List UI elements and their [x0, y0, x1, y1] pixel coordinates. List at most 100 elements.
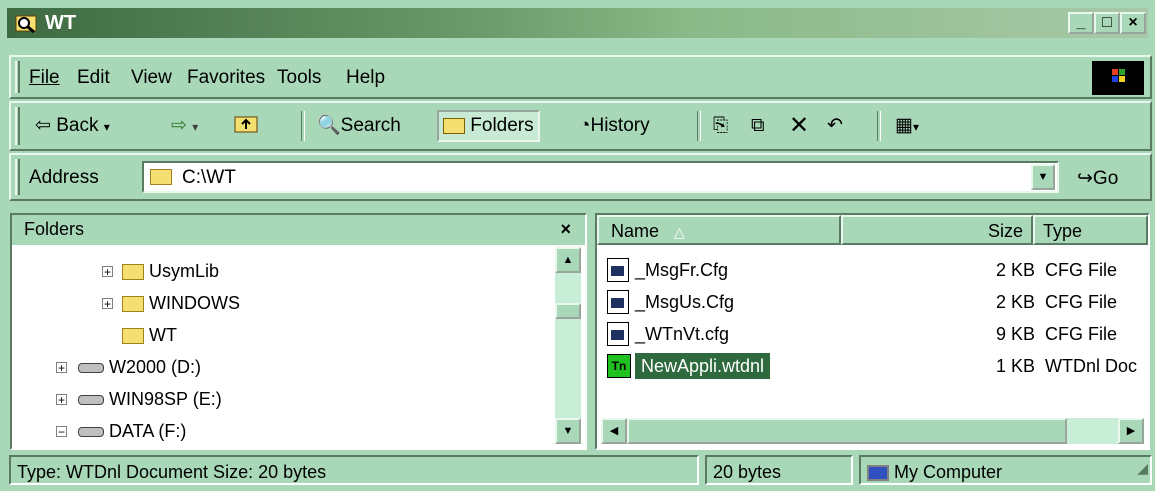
- scroll-up-icon[interactable]: ▲: [555, 247, 581, 273]
- scroll-thumb[interactable]: [555, 303, 581, 319]
- back-button[interactable]: ⇦ Back ▾: [35, 112, 110, 140]
- drive-icon: [78, 427, 104, 438]
- folders-icon: [443, 117, 465, 134]
- tree-item-windows[interactable]: + WINDOWS: [102, 289, 240, 317]
- scroll-left-icon[interactable]: ◀: [601, 418, 627, 444]
- file-row-selected[interactable]: Tn NewAppli.wtdnl 1 KB WTDnl Doc: [605, 351, 1150, 381]
- back-arrow-icon: ⇦: [35, 115, 51, 136]
- folders-pane-close-icon[interactable]: ×: [560, 215, 571, 243]
- menu-help[interactable]: Help: [346, 67, 385, 89]
- minimize-button[interactable]: _: [1068, 12, 1094, 34]
- back-label: Back: [56, 115, 99, 136]
- menu-favorites[interactable]: Favorites: [187, 67, 265, 89]
- file-size: 9 KB: [995, 324, 1035, 344]
- scroll-thumb[interactable]: [627, 418, 1067, 444]
- expand-icon[interactable]: +: [102, 266, 113, 278]
- file-name: _MsgUs.Cfg: [635, 292, 735, 312]
- back-dropdown-icon[interactable]: ▾: [104, 120, 110, 134]
- history-icon: ◔: [579, 115, 591, 136]
- address-dropdown-button[interactable]: ▼: [1031, 164, 1055, 190]
- column-name-label: Name: [611, 221, 660, 241]
- status-bar: Type: WTDnl Document Size: 20 bytes 20 b…: [9, 453, 1152, 487]
- expand-icon[interactable]: +: [56, 362, 67, 374]
- tree-item-win98sp[interactable]: + WIN98SP (E:): [56, 385, 222, 413]
- file-name: _WTnVt.cfg: [635, 324, 730, 344]
- copy-to-icon[interactable]: ⧉: [751, 112, 765, 140]
- tree-item-w2000[interactable]: + W2000 (D:): [56, 353, 201, 381]
- address-bar: Address C:\WT ▼ ↪Go: [9, 153, 1152, 201]
- config-file-icon: [607, 322, 629, 346]
- file-type: CFG File: [1045, 260, 1117, 280]
- address-value: C:\WT: [182, 167, 236, 188]
- toolbar-grip: [15, 107, 20, 145]
- folders-label: Folders: [470, 115, 534, 136]
- tree-item-usymlib[interactable]: + UsymLib: [102, 257, 219, 285]
- collapse-icon[interactable]: −: [56, 426, 67, 438]
- status-size: 20 bytes: [705, 455, 853, 485]
- my-computer-icon: [867, 465, 889, 482]
- tree-label: UsymLib: [149, 261, 220, 281]
- windows-logo-icon: [1092, 61, 1144, 95]
- status-text: Type: WTDnl Document Size: 20 bytes: [9, 455, 699, 485]
- menu-bar: File Edit View Favorites Tools Help: [9, 55, 1152, 99]
- history-button[interactable]: ◔History: [579, 112, 650, 140]
- delete-icon[interactable]: ✕: [789, 112, 809, 140]
- drive-icon: [78, 395, 104, 406]
- expand-icon[interactable]: +: [56, 394, 67, 406]
- config-file-icon: [607, 258, 629, 282]
- go-arrow-icon: ↪: [1077, 168, 1093, 189]
- views-icon[interactable]: ▦▾: [895, 112, 919, 140]
- file-row[interactable]: _WTnVt.cfg 9 KB CFG File: [605, 319, 1150, 349]
- scroll-down-icon[interactable]: ▼: [555, 418, 581, 444]
- folders-vertical-scrollbar[interactable]: ▲ ▼: [555, 247, 581, 444]
- tree-label: DATA (F:): [109, 421, 187, 441]
- status-zone: My Computer ◢: [859, 455, 1152, 485]
- folder-icon: [122, 296, 144, 313]
- folder-icon: [150, 169, 172, 185]
- folders-button[interactable]: Folders: [437, 110, 540, 142]
- search-button[interactable]: 🔍Search: [317, 112, 401, 140]
- files-horizontal-scrollbar[interactable]: ◀ ▶: [601, 418, 1144, 444]
- expand-icon[interactable]: +: [102, 298, 113, 310]
- menu-tools[interactable]: Tools: [277, 67, 321, 89]
- scroll-right-icon[interactable]: ▶: [1118, 418, 1144, 444]
- tree-label: WINDOWS: [149, 293, 240, 313]
- address-input[interactable]: C:\WT ▼: [142, 161, 1059, 193]
- toolbar-separator: [301, 111, 305, 141]
- toolbar-separator: [697, 111, 701, 141]
- history-label: History: [590, 115, 650, 136]
- search-icon: 🔍: [317, 115, 341, 136]
- open-folder-icon: [122, 328, 144, 345]
- go-button[interactable]: ↪Go: [1077, 167, 1118, 190]
- title-bar[interactable]: WT _ □ ×: [7, 8, 1148, 38]
- menu-view[interactable]: View: [131, 67, 172, 89]
- tree-item-wt[interactable]: WT: [122, 321, 177, 349]
- window-title: WT: [45, 12, 77, 34]
- move-to-icon[interactable]: ⎘: [713, 112, 728, 140]
- file-type: WTDnl Doc: [1045, 356, 1138, 376]
- folders-pane-header: Folders ×: [12, 215, 585, 245]
- undo-icon[interactable]: ↶: [827, 112, 843, 140]
- tree-label: W2000 (D:): [109, 357, 202, 377]
- config-file-icon: [607, 290, 629, 314]
- file-row[interactable]: _MsgFr.Cfg 2 KB CFG File: [605, 255, 1150, 285]
- file-size: 2 KB: [995, 260, 1035, 280]
- file-type: CFG File: [1045, 324, 1117, 344]
- column-header-size[interactable]: Size: [841, 215, 1033, 245]
- tree-item-data[interactable]: − DATA (F:): [56, 417, 186, 445]
- column-header-type[interactable]: Type: [1033, 215, 1148, 245]
- file-name: _MsgFr.Cfg: [635, 260, 729, 280]
- resize-grip-icon[interactable]: ◢: [1137, 453, 1148, 483]
- up-folder-icon[interactable]: [233, 112, 259, 140]
- maximize-button[interactable]: □: [1094, 12, 1120, 34]
- drive-icon: [78, 363, 104, 374]
- column-header-name[interactable]: Name △: [597, 215, 841, 245]
- menu-edit[interactable]: Edit: [77, 67, 110, 89]
- file-row[interactable]: _MsgUs.Cfg 2 KB CFG File: [605, 287, 1150, 317]
- forward-arrow-icon[interactable]: ⇨ ▾: [171, 112, 198, 140]
- sort-ascending-icon: △: [674, 224, 685, 240]
- menu-file[interactable]: File: [29, 67, 60, 89]
- close-button[interactable]: ×: [1120, 12, 1146, 34]
- menu-file-label: File: [29, 67, 60, 88]
- file-name: NewAppli.wtdnl: [635, 353, 771, 379]
